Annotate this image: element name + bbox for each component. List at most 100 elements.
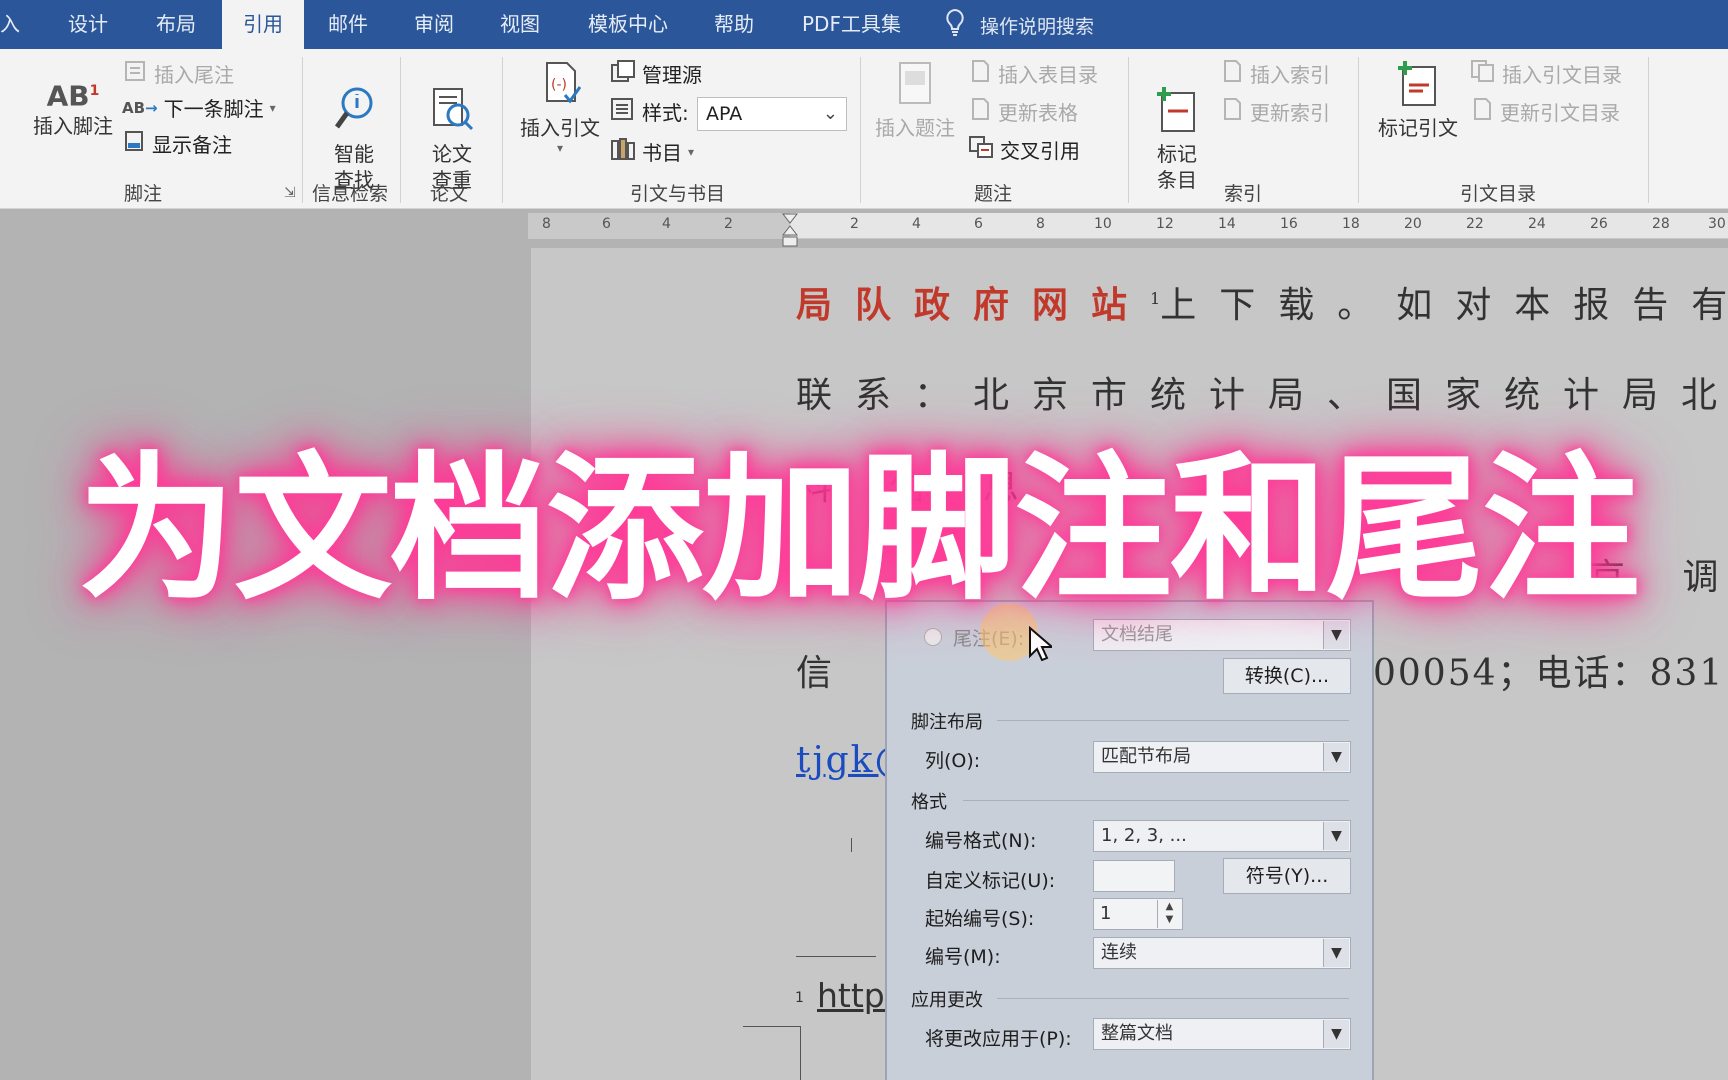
chevron-down-icon: ▼ — [1323, 743, 1349, 771]
ruler-tick: 6 — [602, 216, 611, 232]
mark-citation-button[interactable]: 标记引文 — [1372, 59, 1464, 141]
endnote-radio[interactable] — [924, 628, 942, 646]
update-index-icon — [1220, 97, 1244, 126]
insert-footnote-label: 插入脚注 — [33, 114, 113, 138]
convert-button[interactable]: 转换(C)... — [1223, 658, 1351, 694]
cross-reference-icon — [968, 135, 994, 164]
columns-select[interactable]: 匹配节布局 ▼ — [1093, 741, 1351, 773]
footnote-dialog-launcher-icon[interactable]: ⇲ — [284, 185, 296, 201]
numbering-select[interactable]: 连续 ▼ — [1093, 937, 1351, 969]
tab-mailings[interactable]: 邮件 — [328, 0, 392, 49]
tab-pdf-tools[interactable]: PDF工具集 — [802, 0, 942, 49]
update-table-label: 更新表格 — [998, 101, 1078, 125]
show-notes-button[interactable]: 显示备注 — [122, 129, 232, 158]
indent-marker-icon[interactable] — [781, 213, 799, 247]
insert-caption-button[interactable]: 插入题注 — [872, 59, 958, 141]
spinner-arrows-icon[interactable]: ▲ ▼ — [1157, 900, 1181, 928]
group-separator — [502, 57, 503, 203]
tab-layout[interactable]: 布局 — [156, 0, 220, 49]
group-separator — [302, 57, 303, 203]
ruler-tick: 22 — [1466, 216, 1484, 232]
citation-style-field: 样式: — [610, 97, 689, 126]
tab-template-center[interactable]: 模板中心 — [588, 0, 688, 49]
tab-insert[interactable]: 入 — [0, 0, 40, 49]
tab-references[interactable]: 引用 — [222, 0, 304, 49]
update-toa-label: 更新引文目录 — [1500, 101, 1620, 125]
group-separator — [400, 57, 401, 203]
ruler-tick: 10 — [1094, 216, 1112, 232]
insert-caption-icon — [892, 59, 938, 115]
cross-reference-label: 交叉引用 — [1000, 139, 1080, 163]
update-toa-button[interactable]: 更新引文目录 — [1470, 97, 1620, 126]
numbering-value: 连续 — [1101, 942, 1137, 963]
format-section-title: 格式 — [911, 792, 947, 813]
group-separator — [1128, 57, 1129, 203]
numbering-label: 编号(M): — [925, 946, 1001, 968]
tab-design[interactable]: 设计 — [68, 0, 132, 49]
insert-index-button[interactable]: 插入索引 — [1220, 59, 1330, 88]
symbol-button[interactable]: 符号(Y)... — [1223, 858, 1351, 894]
ruler-tick: 16 — [1280, 216, 1298, 232]
show-notes-icon — [122, 129, 146, 158]
captions-group-label: 题注 — [974, 183, 1013, 205]
insert-toa-label: 插入引文目录 — [1502, 63, 1622, 87]
bibliography-button[interactable]: 书目 ▾ — [610, 137, 694, 166]
horizontal-ruler[interactable]: 8 6 4 2 2 4 6 8 10 12 14 16 18 20 22 24 … — [528, 213, 1728, 239]
update-table-button[interactable]: 更新表格 — [968, 97, 1078, 126]
insert-footnote-button[interactable]: AB1 插入脚注 — [26, 69, 120, 139]
insert-toa-icon — [1470, 59, 1496, 88]
next-footnote-label: 下一条脚注 — [163, 97, 264, 121]
paragraph-line: 联系：北京市统计局、国家统计局北京 — [796, 375, 1728, 416]
custom-mark-label: 自定义标记(U): — [925, 870, 1056, 892]
insert-table-of-figures-label: 插入表目录 — [998, 63, 1098, 87]
number-format-value: 1, 2, 3, ... — [1101, 825, 1187, 846]
index-group-label: 索引 — [1224, 183, 1263, 205]
tab-view[interactable]: 视图 — [500, 0, 564, 49]
ruler-tick: 24 — [1528, 216, 1546, 232]
start-at-spinner[interactable]: 1 ▲ ▼ — [1093, 898, 1183, 930]
section-divider — [997, 720, 1349, 721]
insert-endnote-button[interactable]: 插入尾注 — [122, 59, 234, 88]
citation-style-select[interactable]: APA ⌄ — [697, 97, 847, 131]
start-at-label: 起始编号(S): — [925, 908, 1035, 930]
mark-entry-button[interactable]: 标记 条目 — [1140, 59, 1214, 219]
apply-to-label: 将更改应用于(P): — [925, 1028, 1072, 1050]
insert-toa-button[interactable]: 插入引文目录 — [1470, 59, 1622, 88]
insert-caption-label: 插入题注 — [875, 116, 955, 140]
update-index-button[interactable]: 更新索引 — [1220, 97, 1330, 126]
show-notes-label: 显示备注 — [152, 133, 232, 157]
mouse-cursor-icon — [1028, 625, 1055, 668]
ruler-tick: 30 — [1708, 216, 1726, 232]
apply-to-select[interactable]: 整篇文档 ▼ — [1093, 1018, 1351, 1050]
ruler-tick: 8 — [542, 216, 551, 232]
video-overlay-title: 为文档添加脚注和尾注 — [78, 438, 1640, 622]
tab-help[interactable]: 帮助 — [714, 0, 778, 49]
tab-review[interactable]: 审阅 — [414, 0, 478, 49]
insert-citation-button[interactable]: (-) 插入引文 ▾ — [514, 59, 606, 155]
columns-value: 匹配节布局 — [1101, 746, 1191, 767]
chevron-down-icon: ▼ — [1323, 1020, 1349, 1048]
cross-reference-button[interactable]: 交叉引用 — [968, 135, 1080, 164]
manage-sources-button[interactable]: 管理源 — [610, 59, 702, 88]
custom-mark-input[interactable] — [1093, 860, 1175, 892]
mark-entry-label: 标记 条目 — [1157, 142, 1197, 192]
paragraph-line: 00054；电话：831 — [1373, 653, 1725, 694]
number-format-select[interactable]: 1, 2, 3, ... ▼ — [1093, 820, 1351, 852]
insert-table-of-figures-button[interactable]: 插入表目录 — [968, 59, 1098, 88]
next-footnote-button[interactable]: AB→ 下一条脚注 ▾ — [122, 93, 276, 122]
tell-me-search[interactable]: 操作说明搜索 — [944, 8, 1094, 42]
insert-index-icon — [1220, 59, 1244, 88]
citation-style-value: APA — [706, 103, 743, 125]
endnote-position-select[interactable]: 文档结尾 ▼ — [1093, 619, 1351, 651]
paragraph-text: 上下载。如对本报告有 — [1160, 285, 1728, 326]
mark-citation-label: 标记引文 — [1378, 116, 1458, 140]
citations-group-label: 引文与书目 — [630, 183, 726, 205]
page-corner-mark — [851, 838, 865, 852]
footnote-reference[interactable]: 1 — [1150, 289, 1160, 308]
ribbon-tab-bar: 入 设计 布局 引用 邮件 审阅 视图 模板中心 帮助 PDF工具集 操作说明搜… — [0, 0, 1728, 49]
group-separator — [860, 57, 861, 203]
next-footnote-icon: AB→ — [122, 98, 158, 117]
ruler-margin-area — [528, 213, 790, 239]
section-divider — [963, 800, 1349, 801]
endnote-icon — [122, 59, 148, 88]
